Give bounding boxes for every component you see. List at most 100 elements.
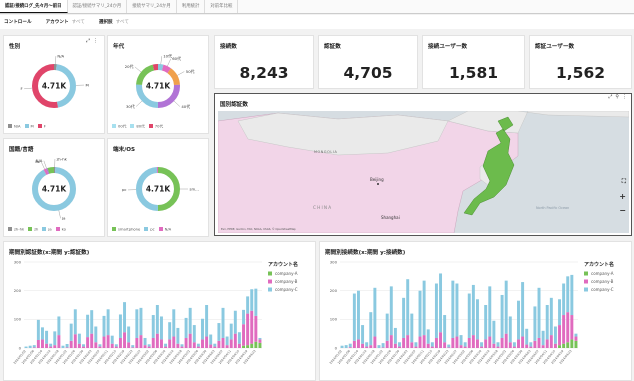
bar-segment[interactable]: [172, 309, 176, 337]
donut-chart[interactable]: 4.71K N/A M F: [4, 50, 104, 122]
bar-segment[interactable]: [151, 315, 155, 338]
bar-segment[interactable]: [525, 328, 529, 345]
bar-segment[interactable]: [566, 276, 570, 313]
legend-item[interactable]: smartphone: [112, 227, 140, 232]
bar-segment[interactable]: [209, 334, 213, 345]
bar-segment[interactable]: [258, 339, 262, 343]
bar-segment[interactable]: [562, 283, 566, 316]
bar-segment[interactable]: [242, 309, 246, 325]
bar-segment[interactable]: [180, 344, 184, 347]
bar-segment[interactable]: [98, 344, 102, 347]
bar-segment[interactable]: [475, 299, 479, 340]
bar-segment[interactable]: [90, 333, 94, 348]
legend-item[interactable]: pc: [144, 227, 155, 232]
bar-segment[interactable]: [475, 339, 479, 348]
bar-segment[interactable]: [94, 342, 98, 348]
bar-segment[interactable]: [348, 347, 352, 348]
bar-segment[interactable]: [504, 280, 508, 334]
focus-icon[interactable]: ⚲: [615, 94, 619, 100]
bar-segment[interactable]: [106, 335, 110, 348]
kpi-card-connect-users[interactable]: 接続ユーザー数 1,581: [422, 35, 525, 89]
bar-segment[interactable]: [168, 339, 172, 348]
bar-segment[interactable]: [201, 318, 204, 340]
bar-segment[interactable]: [188, 333, 192, 348]
bar-segment[interactable]: [192, 342, 196, 348]
bar-segment[interactable]: [398, 346, 401, 348]
bar-segment[interactable]: [377, 345, 381, 348]
zoom-out-button[interactable]: −: [619, 206, 626, 215]
bar-segment[interactable]: [443, 315, 447, 343]
bar-segment[interactable]: [525, 344, 529, 348]
bar-segment[interactable]: [139, 307, 143, 336]
bar-segment[interactable]: [365, 342, 369, 347]
bar-segment[interactable]: [110, 343, 114, 348]
bar-segment[interactable]: [229, 339, 233, 348]
bar-segment[interactable]: [155, 333, 159, 348]
bar-segment[interactable]: [517, 300, 520, 340]
legend-item[interactable]: ja: [42, 227, 52, 232]
bar-segment[interactable]: [61, 345, 65, 348]
bar-segment[interactable]: [430, 346, 434, 348]
bar-segment[interactable]: [414, 346, 418, 348]
map-canvas[interactable]: MONGOLIA CHINA Beijing Shanghai North Pa…: [218, 111, 629, 233]
bar-segment[interactable]: [233, 310, 237, 334]
bar-segment[interactable]: [484, 305, 488, 340]
bar-segment[interactable]: [451, 337, 455, 348]
bar-segment[interactable]: [558, 299, 562, 326]
bar-segment[interactable]: [410, 342, 414, 348]
bar-segment[interactable]: [110, 335, 114, 344]
bar-segment[interactable]: [73, 309, 77, 335]
bar-segment[interactable]: [562, 343, 566, 348]
bar-segment[interactable]: [250, 343, 254, 348]
bar-segment[interactable]: [32, 345, 36, 348]
bar-segment[interactable]: [69, 323, 73, 341]
legend-label[interactable]: company-B: [591, 279, 614, 284]
bar-segment[interactable]: [172, 336, 176, 348]
bar-segment[interactable]: [57, 335, 61, 348]
bar-segment[interactable]: [209, 344, 213, 348]
tab-usage-stats[interactable]: 利用統計: [177, 0, 206, 13]
bar-segment[interactable]: [521, 282, 525, 337]
bar-segment[interactable]: [143, 337, 147, 346]
legend-label[interactable]: company-A: [275, 271, 298, 276]
bar-segment[interactable]: [217, 340, 221, 348]
bar-segment[interactable]: [361, 343, 365, 348]
bar-segment[interactable]: [463, 342, 467, 347]
bar-segment[interactable]: [102, 315, 106, 337]
legend-item[interactable]: zh-hk: [8, 227, 24, 232]
legend-label[interactable]: company-C: [275, 287, 298, 292]
bar-segment[interactable]: [36, 339, 40, 348]
bar-segment[interactable]: [369, 312, 373, 346]
bar-segment[interactable]: [467, 337, 471, 348]
bar-segment[interactable]: [447, 344, 451, 348]
bar-segment[interactable]: [213, 343, 217, 347]
bar-segment[interactable]: [356, 339, 360, 348]
bar-segment[interactable]: [553, 343, 557, 348]
bar-segment[interactable]: [422, 335, 426, 348]
bar-segment[interactable]: [521, 336, 525, 348]
bar-segment[interactable]: [258, 337, 262, 340]
expand-icon[interactable]: ⤢: [86, 38, 90, 44]
bar-segment[interactable]: [508, 316, 512, 343]
bar-segment[interactable]: [426, 343, 430, 348]
map-card[interactable]: 国別認証数 ⤢ ⚲ ⋮ MONGOLIA CHINA Beijing Shang…: [214, 93, 632, 236]
bar-segment[interactable]: [529, 346, 533, 348]
bar-segment[interactable]: [434, 337, 438, 348]
bar-segment[interactable]: [40, 327, 44, 340]
bar-segment[interactable]: [496, 342, 500, 347]
bar-segment[interactable]: [459, 335, 463, 346]
bar-segment[interactable]: [254, 288, 258, 316]
bar-segment[interactable]: [69, 340, 73, 348]
bar-segment[interactable]: [533, 306, 537, 341]
bar-segment[interactable]: [213, 346, 217, 348]
zoom-in-button[interactable]: +: [619, 192, 626, 201]
bar-segment[interactable]: [73, 334, 77, 348]
tab-connect-summary[interactable]: 接続サマリ_24か月: [127, 0, 177, 13]
bar-segment[interactable]: [402, 297, 406, 338]
bar-segment[interactable]: [373, 336, 377, 348]
bar-segment[interactable]: [176, 343, 180, 348]
bar-segment[interactable]: [155, 305, 159, 334]
bar-segment[interactable]: [188, 307, 192, 334]
donut-card-age[interactable]: 年代 4.71K 10代 60代 20代 50代 30代 40代 00代 80代 70代: [107, 35, 209, 134]
bar-segment[interactable]: [356, 290, 360, 340]
